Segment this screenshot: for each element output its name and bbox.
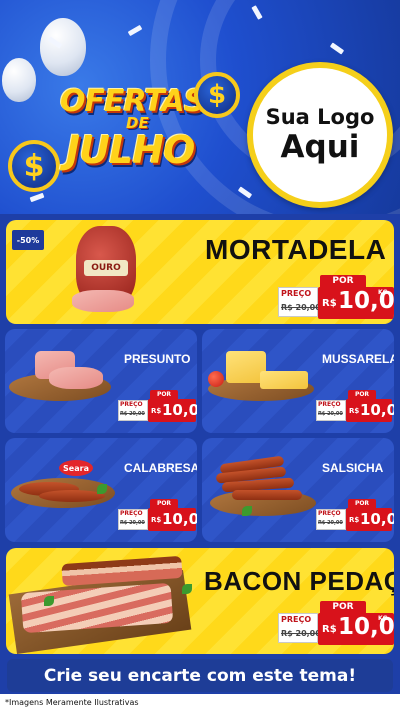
por-label: POR xyxy=(348,390,376,399)
unit-label: KG xyxy=(378,615,388,622)
new-price-box: R$ 10,00 KG xyxy=(318,613,394,645)
currency-symbol: R$ xyxy=(151,407,162,415)
por-label: POR xyxy=(150,390,178,399)
price-value: 10,00 xyxy=(162,401,197,419)
presunto-slices xyxy=(49,367,103,389)
mortadela-slices xyxy=(72,290,134,312)
new-price-box: R$ 10,00 xyxy=(148,508,197,531)
brand-label: OURO xyxy=(84,260,128,276)
unit-label: KG xyxy=(378,289,388,296)
product-card-salsicha: SALSICHA POR PREÇO R$ 20,00 R$ 10,00 xyxy=(202,438,394,542)
currency-symbol: R$ xyxy=(322,624,337,635)
product-name: CALABRESA xyxy=(124,461,197,475)
logo-text-line1: Sua Logo xyxy=(265,105,375,130)
product-name: MORTADELA xyxy=(205,234,387,265)
currency-symbol: R$ xyxy=(322,298,337,309)
price-tag: POR PREÇO R$ 20,00 R$ 10,00 xyxy=(118,499,197,533)
preco-label: PREÇO xyxy=(281,289,312,298)
title-julho: JULHO xyxy=(66,128,195,172)
product-card-presunto: PRESUNTO POR PREÇO R$ 20,00 R$ 10,00 xyxy=(5,329,197,433)
balloon-icon xyxy=(40,18,86,76)
price-tag: POR PREÇO R$ 20,00 R$ 10,00 KG xyxy=(278,275,394,321)
price-tag: POR PREÇO R$ 20,00 R$ 10,00 KG xyxy=(278,601,394,647)
por-label: POR xyxy=(348,499,376,508)
new-price-box: R$ 10,00 xyxy=(346,399,394,422)
currency-symbol: R$ xyxy=(151,516,162,524)
new-price-box: R$ 10,00 KG xyxy=(318,287,394,319)
por-label: POR xyxy=(320,601,366,613)
product-card-mussarela: MUSSARELA POR PREÇO R$ 20,00 R$ 10,00 xyxy=(202,329,394,433)
preco-label: PREÇO xyxy=(120,401,143,408)
dollar-coin-icon: $ xyxy=(8,140,60,192)
price-value: 10,00 xyxy=(360,401,394,419)
product-card-mortadela: -50% OURO MORTADELA POR PREÇO R$ 20,00 R… xyxy=(6,220,394,324)
por-label: POR xyxy=(150,499,178,508)
calabresa-link xyxy=(39,490,105,502)
preco-label: PREÇO xyxy=(318,510,341,517)
new-price-box: R$ 10,00 xyxy=(346,508,394,531)
old-price: R$ 20,00 xyxy=(120,520,145,526)
product-name: PRESUNTO xyxy=(124,352,191,366)
herb-icon xyxy=(97,484,107,494)
product-name: MUSSARELA xyxy=(322,352,394,366)
herb-icon xyxy=(242,506,252,516)
herb-icon xyxy=(44,596,54,606)
header-banner: OFERTAS $ DE $ JULHO Sua Logo Aqui xyxy=(0,0,400,214)
preco-label: PREÇO xyxy=(120,510,143,517)
logo-text-line2: Aqui xyxy=(280,128,360,165)
preco-label: PREÇO xyxy=(318,401,341,408)
new-price-box: R$ 10,00 xyxy=(148,399,197,422)
por-label: POR xyxy=(320,275,366,287)
product-name: SALSICHA xyxy=(322,461,384,475)
cheese-slices xyxy=(260,371,308,389)
confetti-icon xyxy=(127,24,143,37)
logo-placeholder: Sua Logo Aqui xyxy=(247,62,393,208)
product-card-bacon: BACON PEDAÇO POR PREÇO R$ 20,00 R$ 10,00… xyxy=(6,548,394,654)
price-tag: POR PREÇO R$ 20,00 R$ 10,00 xyxy=(118,390,197,424)
old-price: R$ 20,00 xyxy=(318,520,343,526)
footer-disclaimer: *Imagens Meramente Ilustrativas xyxy=(0,694,400,711)
old-price: R$ 20,00 xyxy=(281,629,321,638)
salsicha-link xyxy=(232,490,302,500)
price-value: 10,00 xyxy=(162,510,197,528)
preco-label: PREÇO xyxy=(281,615,312,624)
currency-symbol: R$ xyxy=(349,407,360,415)
price-tag: POR PREÇO R$ 20,00 R$ 10,00 xyxy=(316,499,394,533)
old-price: R$ 20,00 xyxy=(281,303,321,312)
price-tag: POR PREÇO R$ 20,00 R$ 10,00 xyxy=(316,390,394,424)
old-price: R$ 20,00 xyxy=(120,411,145,417)
price-value: 10,00 xyxy=(360,510,394,528)
discount-badge: -50% xyxy=(12,230,44,250)
offers-title: OFERTAS $ DE $ JULHO xyxy=(8,72,243,198)
dollar-coin-icon: $ xyxy=(194,72,240,118)
cta-banner[interactable]: Crie seu encarte com este tema! xyxy=(7,659,393,692)
brand-logo: Seara xyxy=(59,460,93,476)
product-card-calabresa: Seara CALABRESA POR PREÇO R$ 20,00 R$ 10… xyxy=(5,438,197,542)
currency-symbol: R$ xyxy=(349,516,360,524)
tomato-icon xyxy=(208,371,224,387)
product-name: BACON PEDAÇO xyxy=(204,566,394,596)
old-price: R$ 20,00 xyxy=(318,411,343,417)
herb-icon xyxy=(182,584,192,594)
